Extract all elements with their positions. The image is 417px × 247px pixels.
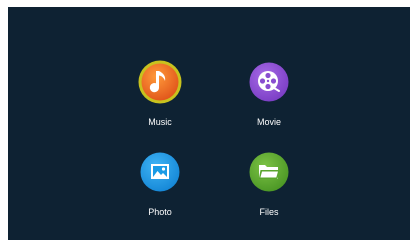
film-reel-icon: [249, 62, 289, 102]
picture-icon: [140, 152, 180, 192]
photo-icon-button[interactable]: [138, 150, 182, 194]
menu-item-movie-label: Movie: [256, 117, 281, 127]
music-note-icon: [138, 60, 182, 104]
folder-icon: [249, 152, 289, 192]
menu-item-photo[interactable]: Photo: [120, 150, 200, 230]
media-home-screen: Music Movie Photo Files: [8, 7, 410, 240]
menu-item-music[interactable]: Music: [120, 60, 200, 140]
menu-item-movie[interactable]: Movie: [229, 60, 309, 140]
menu-item-files[interactable]: Files: [229, 150, 309, 230]
menu-item-music-label: Music: [148, 117, 172, 127]
files-icon-button[interactable]: [247, 150, 291, 194]
menu-item-photo-label: Photo: [148, 207, 172, 217]
music-icon-button[interactable]: [138, 60, 182, 104]
movie-icon-button[interactable]: [247, 60, 291, 104]
menu-item-files-label: Files: [259, 207, 279, 217]
